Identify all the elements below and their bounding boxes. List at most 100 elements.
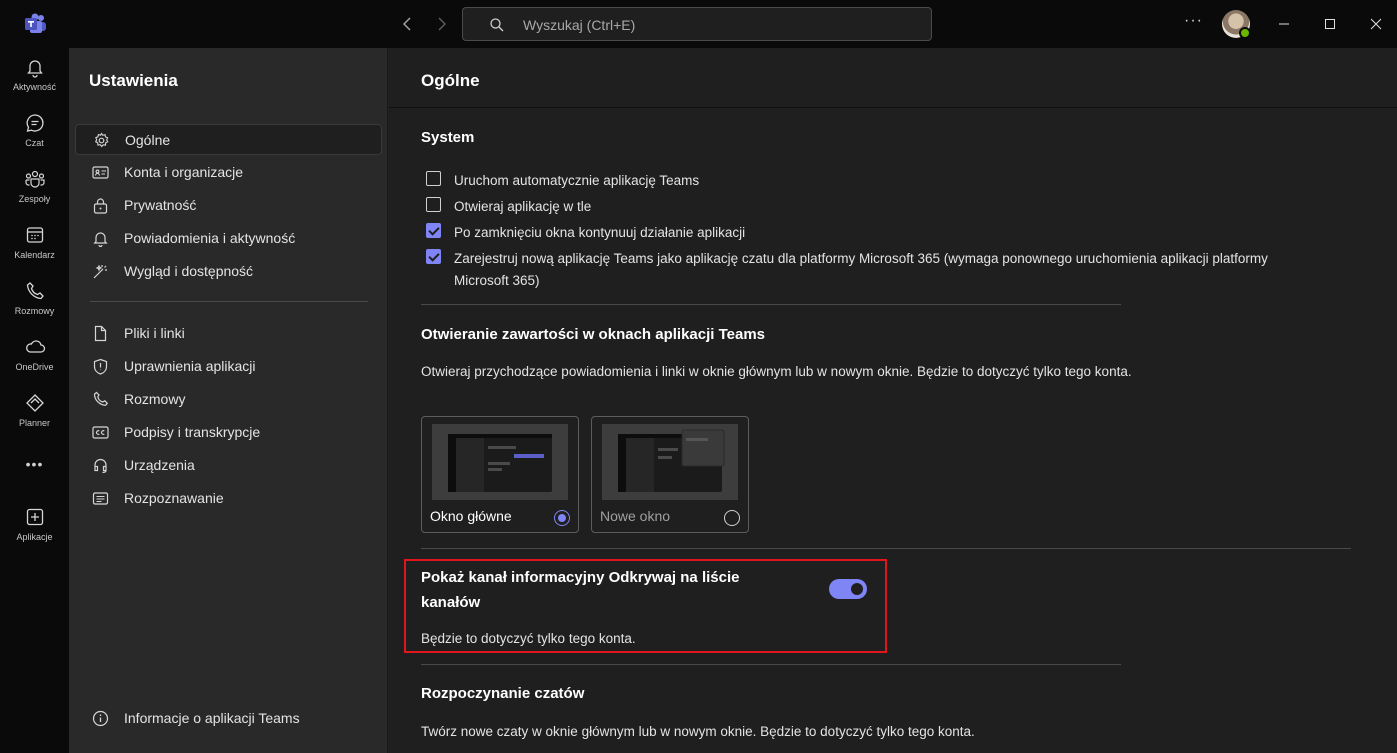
sidebar-item-label: Urządzenia <box>124 457 195 473</box>
rail-item-apps[interactable]: Aplikacje <box>0 498 69 554</box>
radio-unselected[interactable] <box>724 510 740 526</box>
headset-icon <box>94 458 107 474</box>
more-apps-button[interactable]: ••• <box>0 456 69 472</box>
section-divider <box>421 664 1121 665</box>
radio-selected[interactable] <box>554 510 570 526</box>
sidebar-item-label: Rozpoznawanie <box>124 490 224 506</box>
close-icon[interactable] <box>1366 14 1386 34</box>
sidebar-item-app-permissions[interactable]: Uprawnienia aplikacji <box>75 351 382 382</box>
option-label: Okno główne <box>430 508 512 524</box>
title-bar: Wyszukaj (Ctrl+E) ··· <box>0 0 1397 48</box>
discover-feed-toggle[interactable] <box>829 579 867 599</box>
checkbox-label: Po zamknięciu okna kontynuuj działanie a… <box>454 225 746 240</box>
chevron-right-icon <box>438 17 447 31</box>
sidebar-item-label: Wygląd i dostępność <box>124 263 254 279</box>
section-description: Twórz nowe czaty w oknie głównym lub w n… <box>421 724 975 739</box>
search-icon <box>490 18 504 32</box>
search-input[interactable]: Wyszukaj (Ctrl+E) <box>462 7 932 41</box>
rail-item-activity[interactable]: Aktywność <box>0 48 69 104</box>
calendar-icon <box>26 227 43 243</box>
section-divider <box>421 548 1351 549</box>
sidebar-item-about[interactable]: Informacje o aplikacji Teams <box>75 703 382 734</box>
magic-wand-icon <box>93 264 107 279</box>
rail-item-onedrive[interactable]: OneDrive <box>0 328 69 384</box>
section-description: Otwieraj przychodzące powiadomienia i li… <box>421 364 1132 379</box>
sidebar-item-label: Pliki i linki <box>124 325 185 341</box>
main-window-preview <box>432 424 568 500</box>
rail-label: Planner <box>18 418 51 428</box>
cc-icon <box>92 426 109 439</box>
settings-sidebar: Ustawienia Ogólne Konta i organizacje Pr… <box>69 48 388 753</box>
section-title-system: System <box>421 129 475 146</box>
phone-icon <box>93 391 109 406</box>
option-label: Nowe okno <box>600 508 671 524</box>
cloud-icon <box>25 340 45 353</box>
sidebar-item-label: Podpisy i transkrypcje <box>124 424 261 440</box>
forward-button[interactable] <box>431 14 451 34</box>
checkbox-box[interactable] <box>426 171 441 186</box>
checkbox-box[interactable] <box>426 223 441 238</box>
info-icon <box>92 710 109 727</box>
rail-item-planner[interactable]: Planner <box>0 384 69 440</box>
lock-icon <box>93 198 108 214</box>
sidebar-item-devices[interactable]: Urządzenia <box>75 450 382 481</box>
teams-icon <box>24 170 45 188</box>
rail-item-calendar[interactable]: Kalendarz <box>0 216 69 272</box>
checkbox-label: Uruchom automatycznie aplikację Teams <box>454 173 700 188</box>
maximize-icon[interactable] <box>1320 14 1340 34</box>
sidebar-item-label: Rozmowy <box>124 391 186 407</box>
sidebar-item-label: Informacje o aplikacji Teams <box>124 710 300 726</box>
bell-icon <box>26 60 43 78</box>
more-options-button[interactable]: ··· <box>1184 12 1203 30</box>
checkbox-label: Zarejestruj nową aplikację Teams jako ap… <box>454 251 1268 288</box>
new-window-preview <box>602 424 738 500</box>
rail-label: Kalendarz <box>14 250 55 260</box>
sidebar-item-accounts[interactable]: Konta i organizacje <box>75 157 382 188</box>
gear-icon <box>94 132 109 148</box>
teams-logo-icon[interactable] <box>24 12 48 36</box>
back-button[interactable] <box>398 14 418 34</box>
sidebar-item-files[interactable]: Pliki i linki <box>75 318 382 349</box>
rail-label: Rozmowy <box>14 306 55 316</box>
rail-label: Zespoły <box>18 194 51 204</box>
sidebar-item-label: Konta i organizacje <box>124 164 244 180</box>
rail-label: Czat <box>25 138 44 148</box>
phone-icon <box>26 282 44 300</box>
add-app-icon <box>26 508 43 526</box>
search-placeholder: Wyszukaj (Ctrl+E) <box>523 17 636 33</box>
rail-item-calls[interactable]: Rozmowy <box>0 272 69 328</box>
page-title: Ogólne <box>421 71 480 90</box>
sidebar-item-appearance[interactable]: Wygląd i dostępność <box>75 256 382 287</box>
sidebar-title: Ustawienia <box>89 71 178 90</box>
chevron-left-icon <box>402 17 411 31</box>
section-title-start-chats: Rozpoczynanie czatów <box>421 685 585 702</box>
sidebar-item-label: Powiadomienia i aktywność <box>124 230 296 246</box>
bell-icon <box>93 232 108 247</box>
sidebar-item-privacy[interactable]: Prywatność <box>75 190 382 221</box>
file-icon <box>94 325 107 342</box>
rail-item-chat[interactable]: Czat <box>0 104 69 160</box>
minimize-icon[interactable] <box>1274 14 1294 34</box>
presence-available-icon <box>1239 27 1251 39</box>
sidebar-item-calls[interactable]: Rozmowy <box>75 384 382 415</box>
sidebar-item-general[interactable]: Ogólne <box>75 124 382 155</box>
shield-icon <box>93 358 108 375</box>
sidebar-item-label: Ogólne <box>125 132 171 148</box>
document-icon <box>92 492 109 505</box>
sidebar-item-label: Prywatność <box>124 197 197 213</box>
discover-feed-note: Będzie to dotyczyć tylko tego konta. <box>421 631 636 646</box>
section-divider <box>421 304 1121 305</box>
rail-item-teams[interactable]: Zespoły <box>0 160 69 216</box>
sidebar-item-recognition[interactable]: Rozpoznawanie <box>75 483 382 514</box>
sidebar-item-captions[interactable]: Podpisy i transkrypcje <box>75 417 382 448</box>
option-new-window[interactable]: Nowe okno <box>591 416 749 533</box>
main-window-illustration <box>448 434 552 492</box>
rail-label: OneDrive <box>15 362 54 372</box>
option-main-window[interactable]: Okno główne <box>421 416 579 533</box>
checkbox-box[interactable] <box>426 249 441 264</box>
rail-label: Aktywność <box>12 82 56 92</box>
section-title-open-content: Otwieranie zawartości w oknach aplikacji… <box>421 326 766 343</box>
checkbox-box[interactable] <box>426 197 441 212</box>
sidebar-item-notifications[interactable]: Powiadomienia i aktywność <box>75 223 382 254</box>
new-window-illustration <box>618 429 725 492</box>
